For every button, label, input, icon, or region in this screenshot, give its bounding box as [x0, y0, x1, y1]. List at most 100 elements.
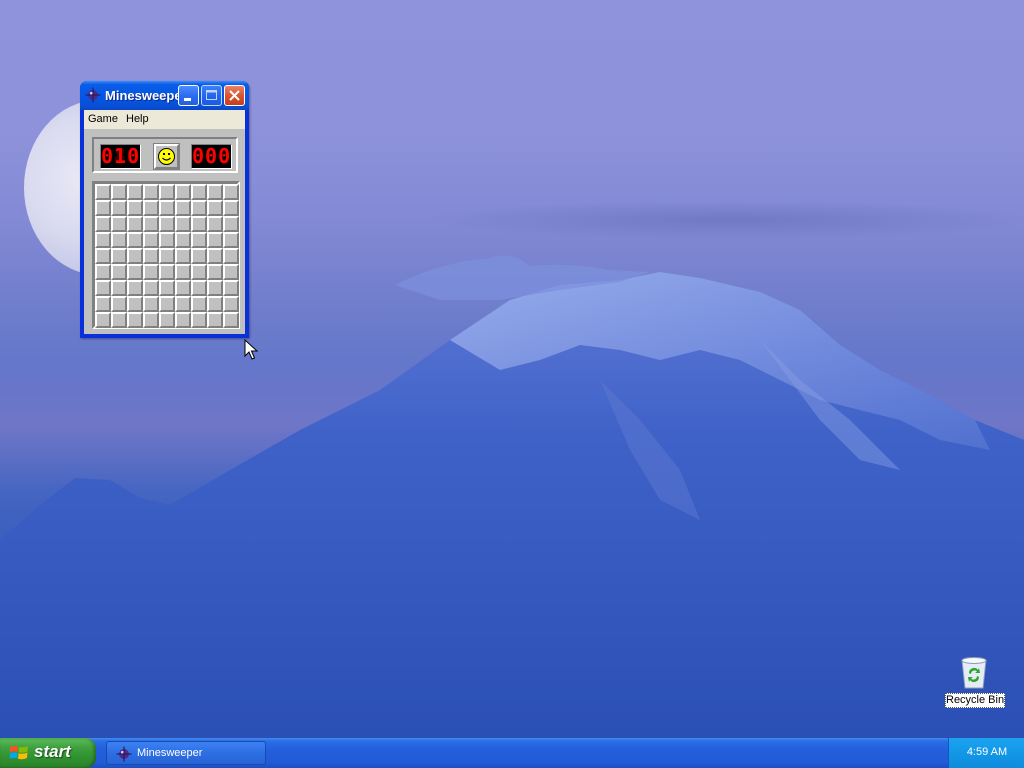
mine-cell[interactable] — [223, 232, 239, 248]
mine-cell[interactable] — [223, 280, 239, 296]
mine-cell[interactable] — [175, 248, 191, 264]
mine-cell[interactable] — [207, 264, 223, 280]
mine-cell[interactable] — [95, 248, 111, 264]
taskbar-button-minesweeper[interactable]: Minesweeper — [106, 741, 266, 765]
mine-counter-value: 010 — [101, 144, 141, 168]
close-button[interactable] — [224, 85, 245, 106]
mine-cell[interactable] — [159, 264, 175, 280]
mine-cell[interactable] — [127, 232, 143, 248]
maximize-button[interactable] — [201, 85, 222, 106]
mine-cell[interactable] — [191, 312, 207, 328]
mine-cell[interactable] — [95, 232, 111, 248]
minesweeper-window[interactable]: Minesweeper… Game Help 888 010 888 000 — [80, 81, 249, 338]
mine-cell[interactable] — [111, 312, 127, 328]
mine-cell[interactable] — [127, 280, 143, 296]
mine-cell[interactable] — [95, 280, 111, 296]
menu-bar: Game Help — [84, 110, 245, 129]
mine-cell[interactable] — [111, 216, 127, 232]
mine-cell[interactable] — [159, 232, 175, 248]
minesweeper-icon — [116, 746, 132, 762]
mine-cell[interactable] — [223, 264, 239, 280]
mine-cell[interactable] — [127, 248, 143, 264]
mine-cell[interactable] — [207, 216, 223, 232]
mine-cell[interactable] — [223, 296, 239, 312]
mine-cell[interactable] — [175, 184, 191, 200]
mine-cell[interactable] — [207, 248, 223, 264]
new-game-smiley-button[interactable] — [153, 143, 180, 170]
mine-field[interactable] — [92, 181, 240, 329]
mine-cell[interactable] — [207, 312, 223, 328]
mine-cell[interactable] — [223, 248, 239, 264]
mine-cell[interactable] — [127, 216, 143, 232]
start-button[interactable]: start — [0, 738, 96, 768]
mine-cell[interactable] — [191, 232, 207, 248]
mine-cell[interactable] — [175, 280, 191, 296]
mine-cell[interactable] — [191, 200, 207, 216]
mine-cell[interactable] — [175, 216, 191, 232]
mine-cell[interactable] — [159, 184, 175, 200]
mine-cell[interactable] — [175, 200, 191, 216]
mine-cell[interactable] — [159, 200, 175, 216]
menu-game[interactable]: Game — [88, 113, 118, 125]
mine-cell[interactable] — [127, 184, 143, 200]
mine-cell[interactable] — [223, 216, 239, 232]
mine-cell[interactable] — [95, 264, 111, 280]
mine-cell[interactable] — [111, 264, 127, 280]
mine-cell[interactable] — [95, 184, 111, 200]
desktop-icon-recycle-bin[interactable]: Recycle Bin — [943, 656, 1005, 712]
mine-cell[interactable] — [111, 296, 127, 312]
mine-cell[interactable] — [143, 232, 159, 248]
mine-cell[interactable] — [111, 200, 127, 216]
mine-cell[interactable] — [143, 312, 159, 328]
mine-cell[interactable] — [207, 200, 223, 216]
mine-cell[interactable] — [127, 312, 143, 328]
mine-cell[interactable] — [191, 264, 207, 280]
mine-cell[interactable] — [191, 216, 207, 232]
mine-cell[interactable] — [95, 312, 111, 328]
mine-cell[interactable] — [143, 280, 159, 296]
mine-cell[interactable] — [223, 184, 239, 200]
mine-cell[interactable] — [191, 296, 207, 312]
mine-cell[interactable] — [111, 280, 127, 296]
mine-cell[interactable] — [207, 280, 223, 296]
mine-cell[interactable] — [207, 296, 223, 312]
mine-cell[interactable] — [175, 312, 191, 328]
mine-cell[interactable] — [127, 200, 143, 216]
mine-cell[interactable] — [223, 200, 239, 216]
mine-cell[interactable] — [175, 232, 191, 248]
mine-cell[interactable] — [223, 312, 239, 328]
mine-cell[interactable] — [159, 248, 175, 264]
mine-cell[interactable] — [95, 216, 111, 232]
mine-cell[interactable] — [159, 296, 175, 312]
mine-cell[interactable] — [191, 184, 207, 200]
system-tray: 4:59 AM — [948, 738, 1024, 768]
mine-cell[interactable] — [207, 184, 223, 200]
mine-cell[interactable] — [143, 296, 159, 312]
mine-cell[interactable] — [159, 280, 175, 296]
menu-help[interactable]: Help — [126, 113, 149, 125]
mine-cell[interactable] — [159, 312, 175, 328]
mine-cell[interactable] — [143, 216, 159, 232]
mine-cell[interactable] — [143, 200, 159, 216]
mine-cell[interactable] — [111, 248, 127, 264]
mine-cell[interactable] — [143, 184, 159, 200]
mine-cell[interactable] — [111, 184, 127, 200]
mine-cell[interactable] — [95, 200, 111, 216]
window-titlebar[interactable]: Minesweeper… — [80, 81, 249, 110]
mine-cell[interactable] — [143, 248, 159, 264]
mine-cell[interactable] — [191, 280, 207, 296]
mine-cell[interactable] — [207, 232, 223, 248]
taskbar: start Minesweeper 4:59 AM — [0, 738, 1024, 768]
mine-cell[interactable] — [175, 296, 191, 312]
mine-cell[interactable] — [95, 296, 111, 312]
mine-cell[interactable] — [175, 264, 191, 280]
clock[interactable]: 4:59 AM — [949, 746, 1024, 758]
mine-cell[interactable] — [127, 296, 143, 312]
desktop-icon-label: Recycle Bin — [945, 693, 1005, 708]
mine-cell[interactable] — [159, 216, 175, 232]
mine-cell[interactable] — [143, 264, 159, 280]
mine-cell[interactable] — [111, 232, 127, 248]
mine-cell[interactable] — [191, 248, 207, 264]
minimize-button[interactable] — [178, 85, 199, 106]
mine-cell[interactable] — [127, 264, 143, 280]
